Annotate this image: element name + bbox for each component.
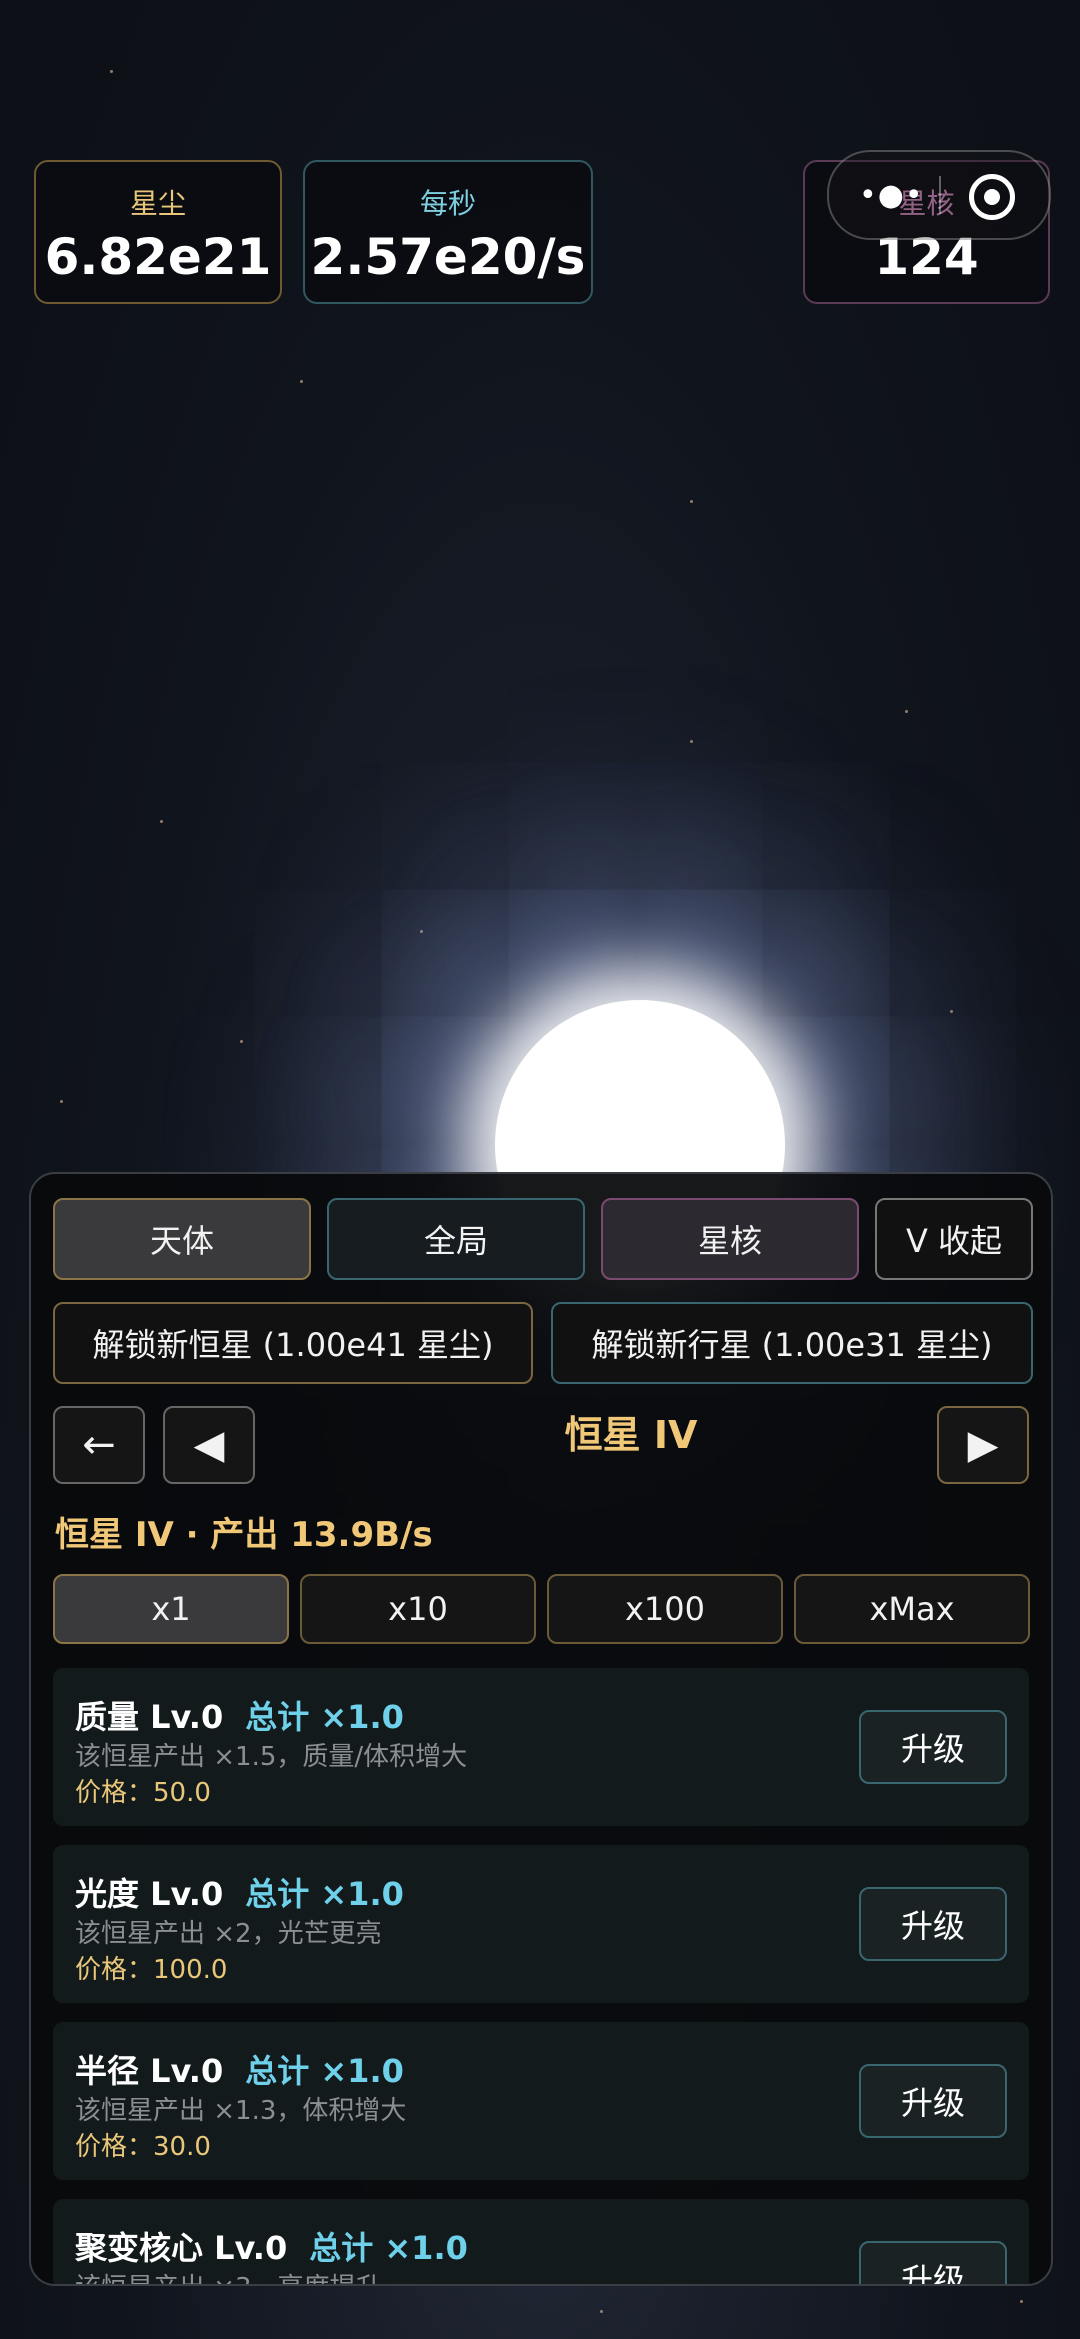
capsule-divider (939, 176, 941, 214)
per-second-label: 每秒 (419, 187, 476, 220)
background-star (60, 1100, 63, 1103)
upgrade-price: 价格：100.0 (75, 1955, 228, 1985)
upgrade-desc: 该恒星产出 ×1.3，体积增大 (75, 2096, 407, 2126)
upgrade-desc: 该恒星产出 ×1.5，质量/体积增大 (75, 1742, 468, 1772)
multiplier-xmax[interactable]: xMax (794, 1574, 1030, 1644)
upgrade-button[interactable]: 升级 (859, 1887, 1007, 1961)
tab-global[interactable]: 全局 (327, 1198, 585, 1280)
next-star-button[interactable]: ▶ (937, 1406, 1029, 1484)
control-panel: 天体 全局 星核 V 收起 解锁新恒星 (1.00e41 星尘) 解锁新行星 (… (29, 1172, 1053, 2286)
upgrade-total: 总计 ×1.0 (245, 2052, 404, 2090)
background-star (420, 930, 423, 933)
upgrade-name: 聚变核心 Lv.0 (75, 2229, 288, 2267)
upgrade-card: 质量 Lv.0 总计 ×1.0 该恒星产出 ×1.5，质量/体积增大 价格：50.… (53, 1668, 1029, 1826)
upgrade-desc: 该恒星产出 ×3，亮度提升 (75, 2267, 382, 2284)
back-arrow-icon[interactable]: ← (53, 1406, 145, 1484)
stardust-stat: 星尘 6.82e21 (34, 160, 282, 304)
background-star (110, 70, 113, 73)
upgrade-total: 总计 ×1.0 (245, 1698, 404, 1736)
unlock-star-button[interactable]: 解锁新恒星 (1.00e41 星尘) (53, 1302, 533, 1384)
tab-core[interactable]: 星核 (601, 1198, 859, 1280)
stardust-value: 6.82e21 (44, 228, 272, 286)
background-star (690, 740, 693, 743)
upgrade-total: 总计 ×1.0 (309, 2229, 468, 2267)
upgrade-desc: 该恒星产出 ×2，光芒更亮 (75, 1919, 382, 1949)
upgrade-button[interactable]: 升级 (859, 2241, 1007, 2284)
unlock-planet-button[interactable]: 解锁新行星 (1.00e31 星尘) (551, 1302, 1033, 1384)
stardust-label: 星尘 (129, 187, 186, 220)
per-second-stat: 每秒 2.57e20/s (303, 160, 593, 304)
upgrade-name: 光度 Lv.0 (75, 1875, 224, 1913)
upgrade-name: 半径 Lv.0 (75, 2052, 224, 2090)
per-second-value: 2.57e20/s (310, 228, 586, 286)
upgrade-card: 半径 Lv.0 总计 ×1.0 该恒星产出 ×1.3，体积增大 价格：30.0 升… (53, 2022, 1029, 2180)
upgrade-name: 质量 Lv.0 (75, 1698, 224, 1736)
background-star (950, 1010, 953, 1013)
upgrade-card: 光度 Lv.0 总计 ×1.0 该恒星产出 ×2，光芒更亮 价格：100.0 升级 (53, 1845, 1029, 2003)
target-icon[interactable] (969, 174, 1015, 220)
upgrade-card: 聚变核心 Lv.0 总计 ×1.0 该恒星产出 ×3，亮度提升 升级 (53, 2199, 1029, 2284)
tab-celestial[interactable]: 天体 (53, 1198, 311, 1280)
background-star (690, 500, 693, 503)
background-star (240, 1040, 243, 1043)
upgrade-button[interactable]: 升级 (859, 2064, 1007, 2138)
background-star (300, 380, 303, 383)
upgrade-price: 价格：50.0 (75, 1778, 211, 1808)
mini-program-capsule: •●• (827, 150, 1051, 240)
prev-star-button[interactable]: ◀ (163, 1406, 255, 1484)
upgrade-price: 价格：30.0 (75, 2132, 211, 2162)
background-star (1020, 2300, 1023, 2303)
background-star (600, 2310, 603, 2313)
collapse-button[interactable]: V 收起 (875, 1198, 1033, 1280)
background-star (905, 710, 908, 713)
upgrade-button[interactable]: 升级 (859, 1710, 1007, 1784)
current-star-title: 恒星 IV (564, 1413, 698, 1457)
multiplier-x1[interactable]: x1 (53, 1574, 289, 1644)
upgrade-total: 总计 ×1.0 (245, 1875, 404, 1913)
multiplier-x100[interactable]: x100 (547, 1574, 783, 1644)
background-star (160, 820, 163, 823)
star-output-line: 恒星 IV · 产出 13.9B/s (55, 1515, 433, 1555)
multiplier-x10[interactable]: x10 (300, 1574, 536, 1644)
more-dots-icon[interactable]: •●• (859, 178, 924, 213)
